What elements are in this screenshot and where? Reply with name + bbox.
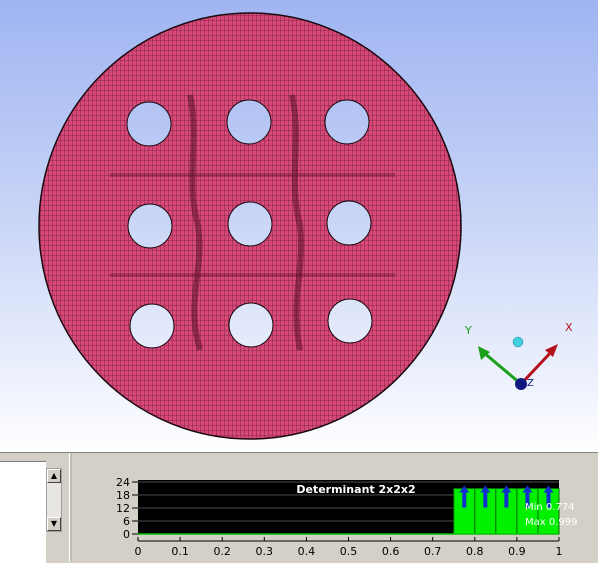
x-tick-label: 0.5 bbox=[340, 545, 358, 558]
y-tick-label: 6 bbox=[123, 515, 130, 528]
perforated-plate-mesh bbox=[38, 12, 462, 440]
histogram-title: Determinant 2x2x2 bbox=[296, 483, 415, 496]
y-tick-label: 24 bbox=[116, 476, 130, 489]
x-tick-label: 1 bbox=[556, 545, 563, 558]
x-axis-label: X bbox=[565, 321, 573, 334]
x-tick-label: 0.1 bbox=[171, 545, 189, 558]
x-tick-label: 0.7 bbox=[424, 545, 442, 558]
x-tick-label: 0.2 bbox=[213, 545, 231, 558]
graphics-viewport[interactable]: X Y Z bbox=[0, 0, 598, 452]
x-tick-label: 0.8 bbox=[466, 545, 484, 558]
y-ticks: 06121824 bbox=[116, 476, 138, 541]
x-axis-arrow bbox=[519, 347, 556, 386]
x-tick-label: 0 bbox=[135, 545, 142, 558]
y-tick-label: 12 bbox=[116, 502, 130, 515]
y-axis-label: Y bbox=[464, 324, 472, 337]
x-tick-label: 0.6 bbox=[382, 545, 400, 558]
rotation-center-icon bbox=[512, 336, 524, 348]
max-label: Max 0.999 bbox=[525, 517, 577, 528]
y-axis-arrow bbox=[482, 350, 522, 386]
z-axis-dot bbox=[515, 378, 527, 390]
quality-histogram: 06121824 0 0.1 0.2 0.3 0.4 0.5 0.6 0.7 0.8 0.9 1 D… bbox=[116, 476, 577, 558]
x-tick-label: 0.4 bbox=[298, 545, 316, 558]
axis-triad: X Y Z bbox=[464, 321, 573, 390]
y-tick-label: 0 bbox=[123, 528, 130, 541]
mesh-view: X Y Z bbox=[38, 12, 573, 440]
bottom-panel: ▲ ▼ 0 6 12 18 24 0 0.1 0.2 0.3 0.4 0.5 0.6 0.7 0.8 0.… bbox=[0, 452, 598, 563]
z-axis-label: Z bbox=[527, 378, 534, 389]
y-tick-label: 18 bbox=[116, 489, 130, 502]
x-tick-label: 0.9 bbox=[508, 545, 526, 558]
x-tick-label: 0.3 bbox=[256, 545, 274, 558]
x-ticks: 0 0.1 0.2 0.3 0.4 0.5 0.6 0.7 0.8 0.9 1 bbox=[135, 537, 563, 558]
min-label: Min 0.774 bbox=[525, 502, 575, 513]
